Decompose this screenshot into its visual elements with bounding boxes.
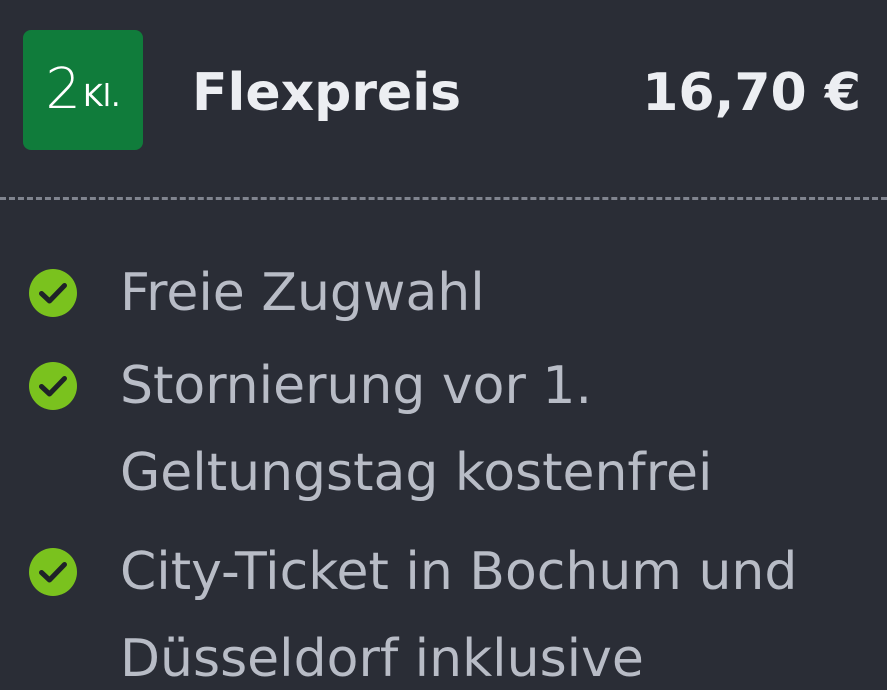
class-number: 2 [45,57,81,122]
feature-text: City-Ticket in Bochum und Düsseldorf ink… [120,542,798,689]
fare-price: 16,70 € [642,63,861,123]
feature-item: City-Ticket in Bochum und Düsseldorf ink… [0,529,887,690]
feature-item: Stornierung vor 1. Geltungstag kostenfre… [0,343,887,517]
check-circle-icon [29,362,77,410]
check-circle-icon [29,269,77,317]
travel-class-badge: 2 Kl. [23,30,143,150]
fare-header: 2 Kl. Flexpreis 16,70 € [0,0,887,180]
feature-text: Freie Zugwahl [120,263,485,323]
feature-text: Stornierung vor 1. Geltungstag kostenfre… [120,356,713,503]
check-circle-icon [29,548,77,596]
fare-features-list: Freie Zugwahl Stornierung vor 1. Geltung… [0,250,887,690]
class-suffix: Kl. [83,79,121,114]
fare-card[interactable]: 2 Kl. Flexpreis 16,70 € Freie Zugwahl St… [0,0,887,690]
dashed-divider [0,197,887,200]
fare-title: Flexpreis [192,63,462,123]
feature-item: Freie Zugwahl [0,250,887,337]
